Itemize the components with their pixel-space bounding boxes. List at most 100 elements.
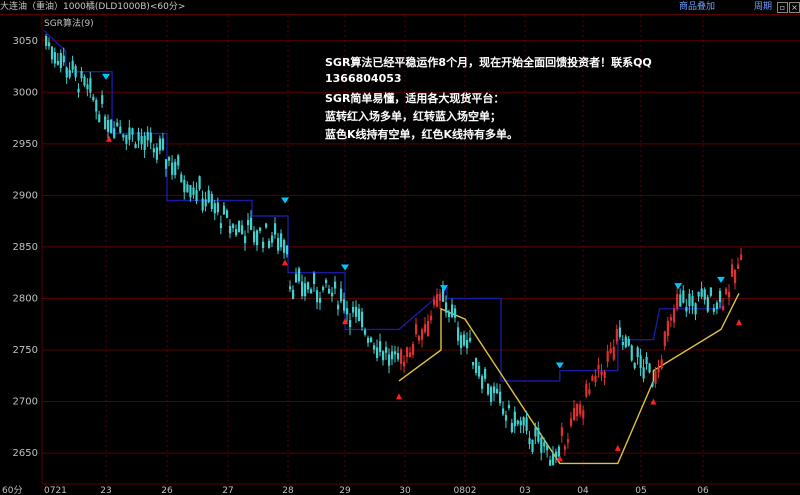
candle-body [95,99,98,112]
candle-body [204,199,207,207]
candle-body [373,345,376,350]
candle-body [225,210,229,218]
candle-body [80,71,83,79]
x-tick-label: 23 [100,486,111,495]
candle-body [259,227,262,231]
candle-body [469,337,472,342]
candle-body [712,308,716,312]
indicator-label: SGR算法(9) [44,17,94,29]
buy-signal-marker [106,135,113,142]
candle-body [253,231,256,243]
chart-grid [41,15,800,485]
candle-body [158,138,162,151]
candle-body [232,224,235,229]
candle-body [222,205,226,215]
candle-body [146,132,149,141]
candle-body [277,237,280,251]
y-tick-label: 3050 [13,36,38,47]
candle-body [594,375,597,383]
candle-body [140,135,143,145]
candle-body [283,240,286,253]
candle-body [229,225,232,234]
candle-body [563,446,567,450]
candle-body [525,417,528,431]
candle-body [295,273,298,283]
candle-body [113,128,116,138]
candle-body [364,329,367,335]
sell-signal-marker [341,264,349,271]
candle-body [155,147,158,160]
candle-body [101,95,104,104]
candle-body [612,346,615,360]
x-tick-label: 04 [577,486,589,495]
candle-body [192,187,195,195]
candle-body [624,336,627,348]
candle-body [119,126,122,133]
candle-body [304,283,307,297]
x-tick-label: 05 [635,486,646,495]
candle-body [370,337,373,343]
candle-body [528,438,531,445]
candle-body [603,371,606,378]
candle-body [481,376,484,389]
candle-body [53,52,57,64]
candle-body [168,157,171,161]
candle-body [219,223,223,229]
candle-body [361,311,364,328]
x-tick-label: 03 [519,486,530,495]
candle-body [177,155,180,166]
candle-body [621,341,624,346]
candle-body [718,290,722,303]
candle-body [403,361,406,367]
candle-body [280,233,283,248]
candle-body [734,269,737,284]
candle-body [394,351,397,355]
candle-body [549,459,552,466]
sgr-yellow-stop-line [398,292,740,465]
candle-body [725,288,728,294]
candle-body [382,351,385,361]
candle-body [454,308,457,318]
candle-body [597,364,600,370]
candle-body [722,306,725,310]
y-tick-label: 2850 [13,242,38,253]
candle-body [576,404,579,417]
candle-body [125,134,128,144]
candle-body [694,303,697,315]
candle-body [216,202,219,213]
candle-body [274,223,277,235]
candle-body [149,132,152,143]
candle-body [186,184,189,193]
candle-body [107,119,110,132]
x-tick-label: 0802 [454,486,477,495]
interval-label: 60分 [2,485,22,495]
annotation-line: 蓝色K线持有空单，红色K线持有多单。 [325,128,519,141]
candle-body [540,437,543,453]
candle-body [648,363,651,373]
y-tick-label: 2800 [13,293,38,304]
candle-body [502,408,505,415]
candle-body [65,67,68,78]
candle-body [195,190,198,202]
y-tick-label: 2750 [13,345,38,356]
candle-body [45,35,48,47]
x-tick-label: 29 [339,486,351,495]
candle-body [171,162,174,175]
candle-body [68,69,71,78]
candle-body [98,114,101,122]
candle-body [591,376,594,381]
candle-body [554,451,558,458]
candle-body [685,306,688,312]
candle-body [268,240,271,248]
candle-body [433,299,436,305]
candle-body [174,161,177,176]
candle-body [657,367,660,373]
candle-body [703,289,706,300]
candle-body [316,290,319,303]
candle-body [490,386,493,402]
candle-body [298,268,301,282]
candle-body [588,389,591,394]
candle-body [343,299,346,311]
candle-body [77,88,80,93]
candle-body [427,321,430,337]
